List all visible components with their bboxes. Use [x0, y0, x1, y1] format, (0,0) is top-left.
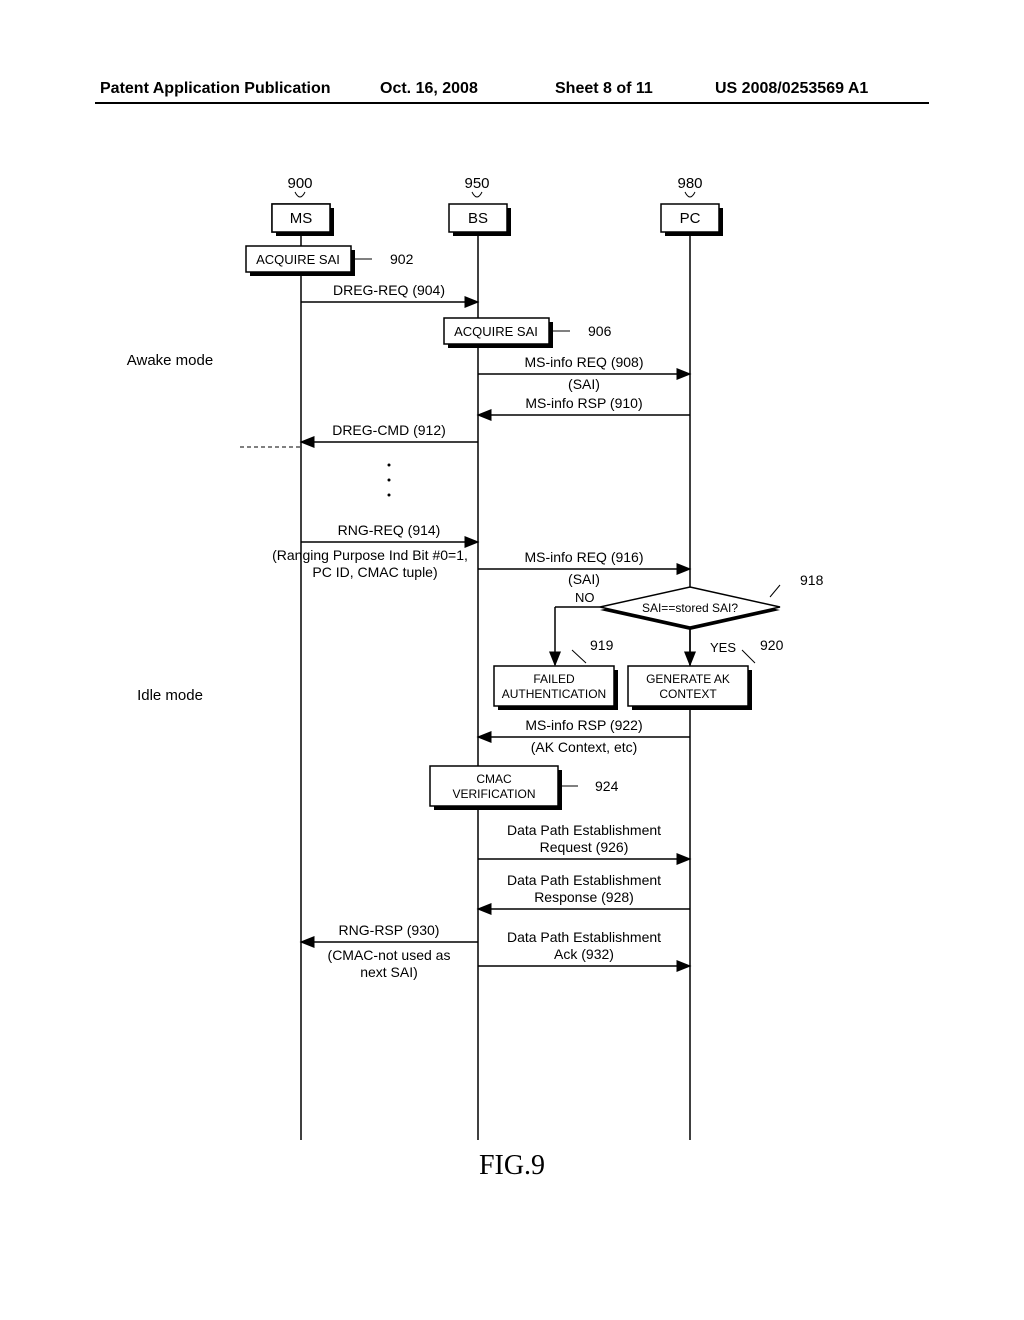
step-912: DREG-CMD (912) — [332, 422, 446, 438]
step-914b1: (Ranging Purpose Ind Bit #0=1, — [272, 547, 468, 563]
step-908a: MS-info REQ (908) — [524, 354, 643, 370]
header-date: Oct. 16, 2008 — [380, 80, 478, 98]
step-919-num: 919 — [590, 637, 614, 653]
header-sheet: Sheet 8 of 11 — [555, 80, 653, 98]
pc-label: PC — [680, 210, 701, 227]
step-926b: Request (926) — [540, 839, 629, 855]
step-930b2: next SAI) — [360, 964, 418, 980]
header-rule — [95, 102, 929, 104]
decision-yes: YES — [710, 640, 736, 655]
step-920-num: 920 — [760, 637, 784, 653]
step-932b: Ack (932) — [554, 946, 614, 962]
bs-label: BS — [468, 210, 488, 227]
step-924-num: 924 — [595, 778, 619, 794]
decision-no: NO — [575, 590, 595, 605]
decision-918: 918 — [800, 572, 824, 588]
step-924-l1: CMAC — [476, 772, 512, 786]
idle-mode-label: Idle mode — [137, 687, 203, 704]
ms-ref: 900 — [287, 175, 312, 192]
ms-label: MS — [290, 210, 313, 227]
step-916b: (SAI) — [568, 571, 600, 587]
step-906-num: 906 — [588, 323, 612, 339]
step-922b: (AK Context, etc) — [531, 739, 638, 755]
decision-text: SAI==stored SAI? — [642, 601, 738, 615]
step-932a: Data Path Establishment — [507, 929, 661, 945]
step-906-label: ACQUIRE SAI — [454, 324, 538, 339]
header-pubno: US 2008/0253569 A1 — [715, 80, 868, 98]
step-922a: MS-info RSP (922) — [525, 717, 642, 733]
step-914b2: PC ID, CMAC tuple) — [312, 564, 437, 580]
step-908b: (SAI) — [568, 376, 600, 392]
step-928a: Data Path Establishment — [507, 872, 661, 888]
step-916a: MS-info REQ (916) — [524, 549, 643, 565]
step-910: MS-info RSP (910) — [525, 395, 642, 411]
sequence-diagram: 900 MS 950 BS 980 PC ACQUIRE SAI — [0, 170, 1024, 1155]
step-928b: Response (928) — [534, 889, 634, 905]
step-924-l2: VERIFICATION — [452, 787, 535, 801]
step-914: RNG-REQ (914) — [338, 522, 441, 538]
pc-ref: 980 — [677, 175, 702, 192]
step-902-num: 902 — [390, 251, 414, 267]
awake-mode-label: Awake mode — [127, 352, 213, 369]
step-919-l2: AUTHENTICATION — [502, 687, 606, 701]
step-930b1: (CMAC-not used as — [328, 947, 451, 963]
step-920-l1: GENERATE AK — [646, 672, 730, 686]
header-publication: Patent Application Publication — [100, 80, 331, 98]
bs-ref: 950 — [464, 175, 489, 192]
step-930a: RNG-RSP (930) — [339, 922, 440, 938]
figure-caption: FIG.9 — [0, 1150, 1024, 1182]
step-920-l2: CONTEXT — [659, 687, 717, 701]
page: Patent Application Publication Oct. 16, … — [0, 0, 1024, 1320]
step-919-l1: FAILED — [533, 672, 575, 686]
step-926a: Data Path Establishment — [507, 822, 661, 838]
step-904: DREG-REQ (904) — [333, 282, 445, 298]
step-902-label: ACQUIRE SAI — [256, 252, 340, 267]
